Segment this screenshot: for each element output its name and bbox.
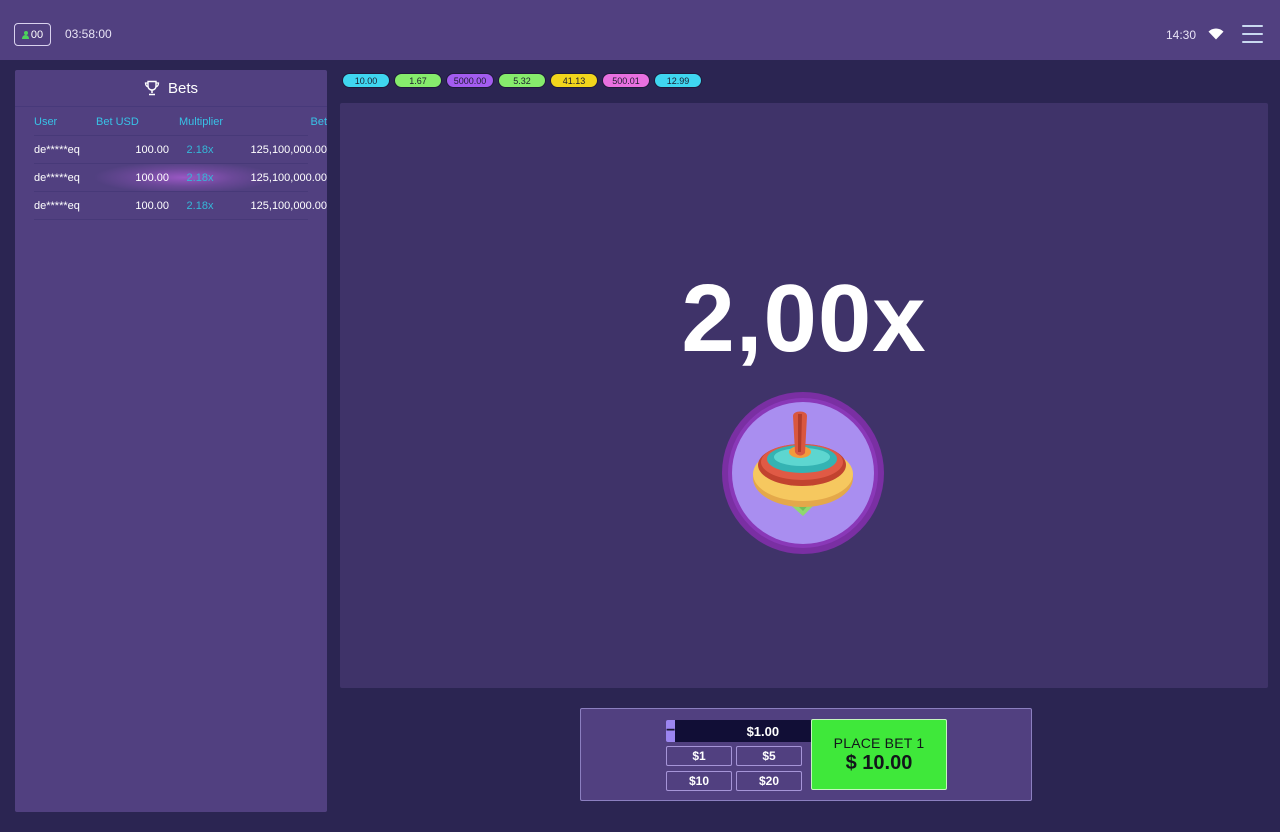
bet-user: de*****eq (34, 143, 80, 156)
wifi-icon (1208, 28, 1224, 40)
bet-amount: 125,100,000.00 (250, 143, 327, 156)
bet-amount-stepper: − + (666, 720, 860, 742)
history-chip: 12.99 (654, 73, 702, 88)
history-chip: 5.32 (498, 73, 546, 88)
spinning-top-icon (722, 392, 884, 554)
bet-usd: 100.00 (135, 171, 169, 184)
column-multiplier: Multiplier (179, 115, 224, 128)
decrease-bet-button[interactable]: − (666, 720, 676, 742)
history-chip: 41.13 (550, 73, 598, 88)
bets-header: Bets (15, 70, 327, 107)
multiplier-history: 10.00 1.67 5000.00 5.32 41.13 500.01 12.… (342, 73, 702, 88)
quick-bet-1-button[interactable]: $1 (666, 746, 732, 766)
bet-row: de*****eq 100.00 2.18x 125,100,000.00 (34, 192, 327, 220)
history-chip: 10.00 (342, 73, 390, 88)
place-bet-label: PLACE BET 1 (833, 734, 925, 751)
online-count: 00 (30, 28, 44, 41)
user-icon (21, 30, 29, 39)
bet-amount: 125,100,000.00 (250, 199, 327, 212)
bet-row: de*****eq 100.00 2.18x 125,100,000.00 (34, 164, 327, 192)
quick-bet-20-button[interactable]: $20 (736, 771, 802, 791)
bet-multiplier: 2.18x (186, 199, 214, 212)
menu-icon[interactable] (1242, 25, 1263, 44)
current-multiplier: 2,00x (681, 265, 927, 372)
column-user: User (34, 115, 58, 128)
quick-bet-5-button[interactable]: $5 (736, 746, 802, 766)
clock: 14:30 (1166, 28, 1197, 42)
bets-title: Bets (167, 79, 198, 97)
bet-user: de*****eq (34, 199, 80, 212)
history-chip: 5000.00 (446, 73, 494, 88)
column-bet-usd: Bet USD (96, 115, 139, 128)
game-stage: 2,00x (340, 103, 1268, 688)
bet-multiplier: 2.18x (186, 171, 214, 184)
place-bet-amount: $ 10.00 (845, 751, 913, 774)
history-chip: 1.67 (394, 73, 442, 88)
bet-multiplier: 2.18x (186, 143, 214, 156)
bet-user: de*****eq (34, 171, 80, 184)
bet-controls: − + $1 $5 $10 $20 PLACE BET 1 $ 10.00 (580, 708, 1032, 801)
history-chip: 500.01 (602, 73, 650, 88)
bet-row: de*****eq 100.00 2.18x 125,100,000.00 (34, 136, 327, 164)
trophy-icon (144, 80, 160, 96)
top-bar: 00 03:58:00 14:30 (0, 0, 1280, 60)
quick-bet-10-button[interactable]: $10 (666, 771, 732, 791)
online-users-badge: 00 (14, 23, 51, 46)
bet-amount: 125,100,000.00 (250, 171, 327, 184)
bet-usd: 100.00 (135, 199, 169, 212)
bet-usd: 100.00 (135, 143, 169, 156)
bets-column-headers: User Bet USD Multiplier Bet (34, 108, 327, 136)
bets-panel: Bets User Bet USD Multiplier Bet de*****… (15, 70, 327, 812)
column-bet: Bet (310, 115, 327, 128)
session-timer: 03:58:00 (65, 27, 112, 41)
place-bet-button[interactable]: PLACE BET 1 $ 10.00 (811, 719, 947, 790)
